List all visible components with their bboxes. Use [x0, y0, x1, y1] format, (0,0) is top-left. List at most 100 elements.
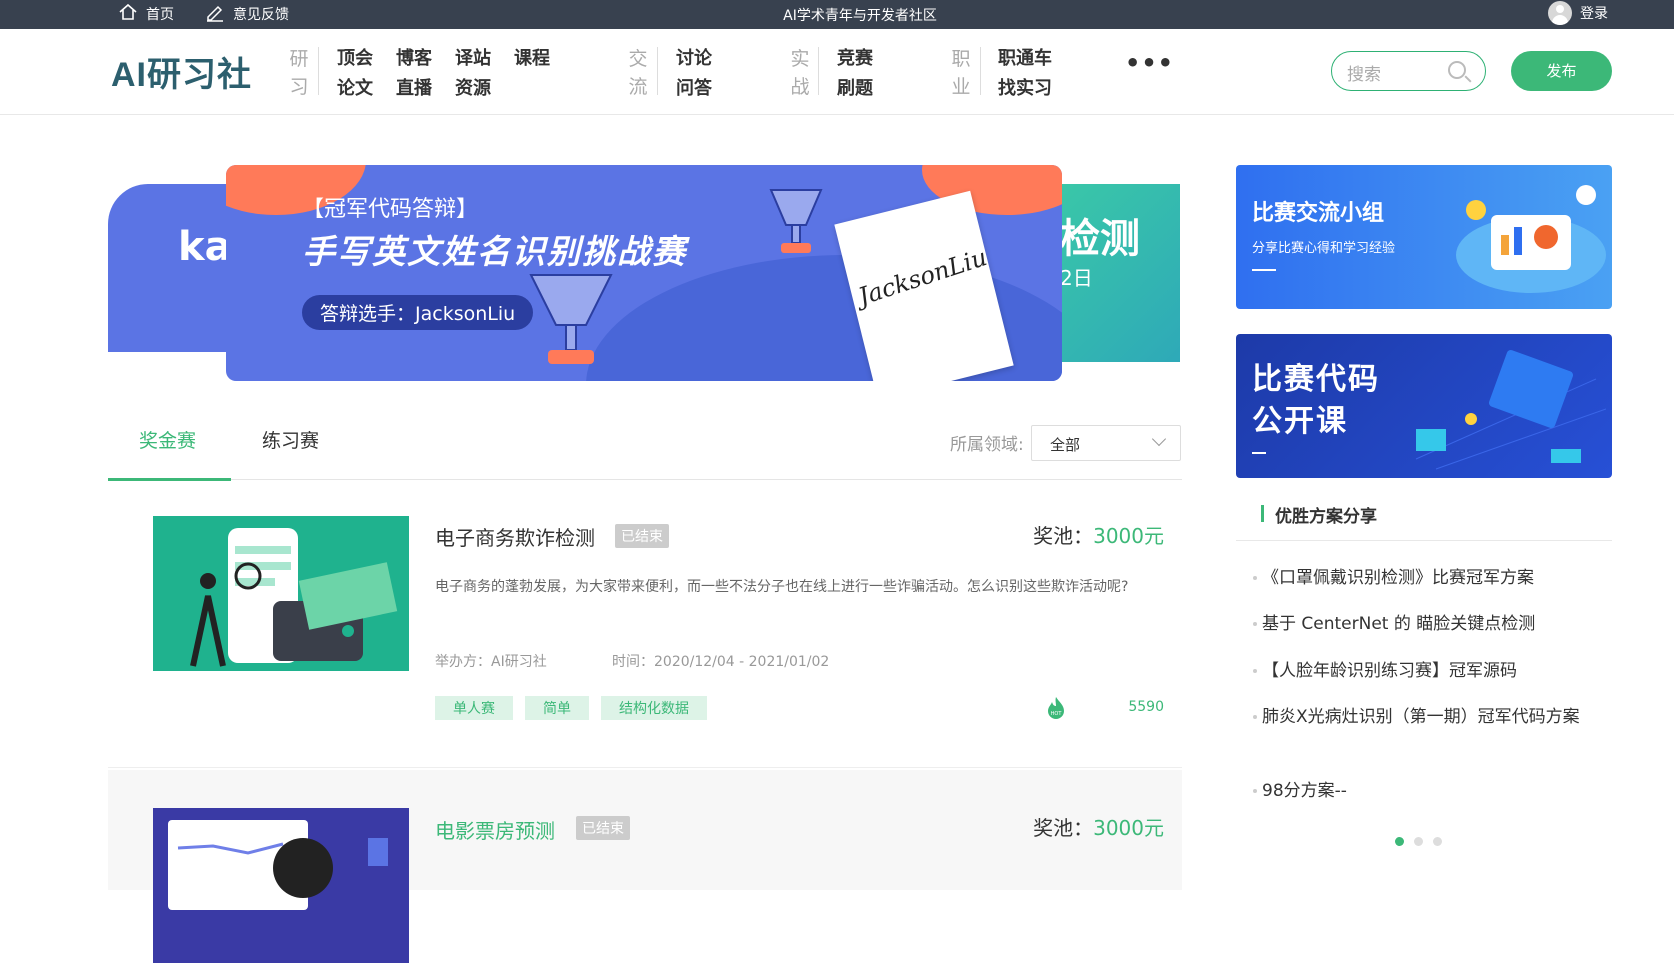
share-item[interactable]: 98分方案--: [1253, 778, 1602, 804]
code-course-card[interactable]: 比赛代码 公开课: [1236, 334, 1612, 478]
publish-button[interactable]: 发布: [1511, 51, 1612, 91]
avatar-icon: [1548, 1, 1572, 25]
search-icon[interactable]: [1448, 61, 1466, 79]
banner-main-slide[interactable]: 【冠军代码答辩】 手写英文姓名识别挑战赛 答辩选手：JacksonLiu Jac…: [226, 165, 1062, 381]
nav-competition[interactable]: 竞赛: [837, 44, 873, 70]
nav-category-practice: 实 战: [789, 45, 811, 101]
main-header: AI研习社 研 习 顶会 博客 译站 课程 论文 直播 资源 交 流 讨论 问答…: [0, 29, 1674, 115]
competition-thumbnail[interactable]: [153, 808, 409, 963]
competition-time: 时间：2020/12/04 - 2021/01/02: [612, 654, 830, 670]
nav-category-study: 研 习: [288, 45, 310, 101]
tab-practice[interactable]: 练习赛: [262, 426, 319, 453]
nav-blog[interactable]: 博客: [396, 44, 432, 70]
competition-tabs: 奖金赛 练习赛 所属领域: 全部: [108, 412, 1182, 481]
nav-translate[interactable]: 译站: [455, 44, 491, 70]
domain-filter-select[interactable]: 全部: [1031, 425, 1181, 461]
card-dash: [1252, 452, 1266, 454]
card-title: 比赛交流小组: [1252, 201, 1385, 226]
competition-tags: 单人赛 简单 结构化数据: [435, 696, 707, 720]
nav-qa[interactable]: 问答: [676, 74, 712, 100]
trophy-icon: [529, 274, 613, 364]
login-link[interactable]: 登录: [1548, 1, 1608, 25]
share-item[interactable]: 基于 CenterNet 的 瞄脸关键点检测: [1253, 611, 1602, 637]
banner-prev-text: ka: [178, 224, 228, 270]
share-item[interactable]: 《口罩佩戴识别检测》比赛冠军方案: [1253, 565, 1602, 591]
more-menu-button[interactable]: •••: [1125, 49, 1174, 77]
nav-category-exchange: 交 流: [627, 45, 649, 101]
competition-name[interactable]: 电影票房预测: [435, 815, 555, 844]
active-tab-indicator: [108, 478, 231, 481]
tab-bonus[interactable]: 奖金赛: [139, 426, 196, 453]
competition-name[interactable]: 电子商务欺诈检测: [435, 522, 595, 551]
community-illustration: [1456, 185, 1606, 293]
competition-item[interactable]: 电影票房预测 已结束 奖池：3000元: [108, 770, 1182, 963]
search-box[interactable]: 搜索: [1331, 51, 1486, 91]
nav-divider: [818, 47, 819, 95]
trophy-icon: [769, 189, 823, 253]
nav-cat-char: 业: [951, 76, 971, 98]
community-title: AI学术青年与开发者社区: [783, 8, 937, 24]
prize-pool: 奖池：3000元: [1033, 812, 1164, 841]
competition-item[interactable]: 电子商务欺诈检测 已结束 奖池：3000元 电子商务的蓬勃发展，为大家带来便利，…: [108, 498, 1182, 768]
nav-cat-char: 职: [951, 48, 971, 70]
banner-next-slide[interactable]: 检测 2日: [1060, 184, 1180, 362]
nav-cat-char: 战: [790, 76, 810, 98]
hot-count: 5590: [1128, 699, 1164, 715]
card-dash: [1252, 269, 1276, 271]
prize-label: 奖池：: [1033, 524, 1094, 548]
banner-prev-slide[interactable]: ka: [108, 184, 228, 352]
prize-amount: 3000元: [1093, 816, 1164, 840]
banner-tag: 【冠军代码答辩】: [302, 197, 479, 222]
competition-group-card[interactable]: 比赛交流小组 分享比赛心得和学习经验: [1236, 165, 1612, 309]
pagination-dots: [1395, 837, 1442, 846]
chevron-down-icon: [1151, 431, 1167, 447]
search-placeholder: 搜索: [1347, 65, 1381, 85]
share-item[interactable]: 【人脸年龄识别练习赛】冠军源码: [1253, 658, 1602, 684]
nav-cat-char: 研: [289, 48, 309, 70]
competition-thumbnail[interactable]: [153, 516, 409, 671]
tag-chip[interactable]: 结构化数据: [601, 696, 707, 720]
tag-chip[interactable]: 简单: [525, 696, 589, 720]
share-section-title: 优胜方案分享: [1275, 507, 1377, 527]
page-dot[interactable]: [1414, 837, 1423, 846]
nav-jobs[interactable]: 职通车: [998, 44, 1052, 70]
nav-resource[interactable]: 资源: [455, 74, 491, 100]
banner-next-text: 检测: [1060, 216, 1140, 262]
section-accent-bar: [1261, 505, 1264, 522]
tag-chip[interactable]: 单人赛: [435, 696, 513, 720]
nav-cat-char: 习: [289, 76, 309, 98]
prize-pool: 奖池：3000元: [1033, 520, 1164, 549]
nav-divider: [657, 47, 658, 95]
movie-illustration: [168, 820, 388, 910]
nav-course[interactable]: 课程: [514, 44, 550, 70]
nav-internship[interactable]: 找实习: [998, 74, 1052, 100]
nav-paper[interactable]: 论文: [337, 74, 373, 100]
top-bar: 首页 意见反馈 AI学术青年与开发者社区 登录: [0, 0, 1674, 29]
page-dot[interactable]: [1433, 837, 1442, 846]
nav-conference[interactable]: 顶会: [337, 44, 373, 70]
domain-filter-value: 全部: [1050, 436, 1081, 454]
nav-cat-char: 实: [790, 48, 810, 70]
competition-host: 举办方：AI研习社: [435, 654, 547, 670]
nav-divider: [980, 47, 981, 95]
divider: [1236, 540, 1612, 541]
site-logo[interactable]: AI研习社: [111, 47, 252, 96]
competition-description: 电子商务的蓬勃发展，为大家带来便利，而一些不法分子也在线上进行一些诈骗活动。怎么…: [435, 579, 1129, 595]
status-badge: 已结束: [615, 524, 669, 548]
card-title-line2: 公开课: [1252, 404, 1348, 439]
code-illustration: [1415, 349, 1606, 470]
ecommerce-illustration: [190, 528, 398, 667]
nav-cat-char: 交: [628, 48, 648, 70]
nav-divider: [318, 47, 319, 95]
nav-discuss[interactable]: 讨论: [676, 44, 712, 70]
nav-live[interactable]: 直播: [396, 74, 432, 100]
domain-filter-label: 所属领域:: [950, 435, 1024, 455]
banner-next-date: 2日: [1060, 266, 1093, 290]
share-item[interactable]: 肺炎X光病灶识别（第一期）冠军代码方案: [1253, 704, 1582, 730]
page-dot-active[interactable]: [1395, 837, 1404, 846]
card-subtitle: 分享比赛心得和学习经验: [1252, 241, 1396, 256]
nav-exercise[interactable]: 刷题: [837, 74, 873, 100]
hot-flame-icon: HOT: [1048, 697, 1064, 719]
banner-speaker-pill: 答辩选手：JacksonLiu: [302, 295, 534, 330]
status-badge: 已结束: [576, 816, 630, 840]
